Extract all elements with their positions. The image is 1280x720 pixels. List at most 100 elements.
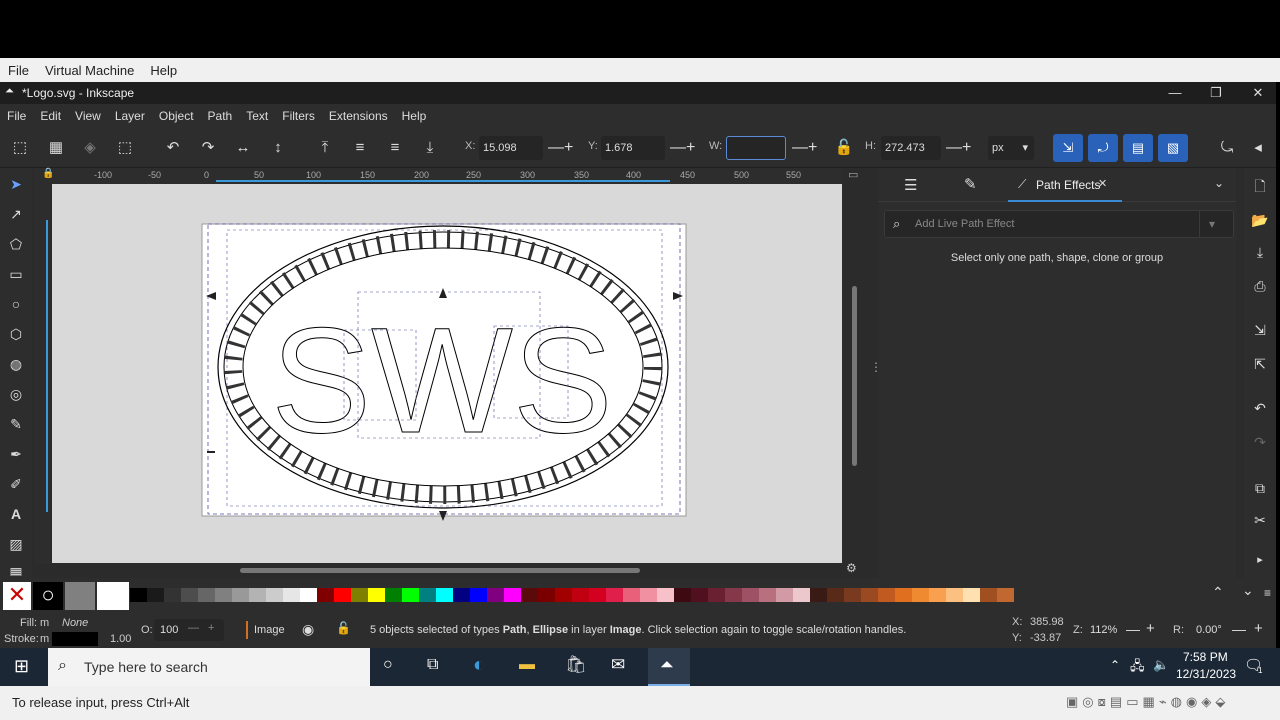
palette-swatch[interactable]: [963, 588, 980, 602]
recording-icon[interactable]: ◉: [1186, 694, 1197, 710]
menu-extensions[interactable]: Extensions: [322, 109, 395, 123]
unit-select[interactable]: px ▾: [988, 136, 1034, 160]
usb-icon[interactable]: ⌁: [1159, 694, 1167, 710]
pencil-tool-icon[interactable]: ✎: [6, 414, 26, 434]
h-increment-button[interactable]: +: [962, 136, 971, 160]
open-document-icon[interactable]: 📂: [1250, 210, 1270, 230]
palette-swatch[interactable]: [980, 588, 997, 602]
text-tool-icon[interactable]: A: [6, 504, 26, 524]
file-explorer-icon[interactable]: ▬: [519, 656, 535, 674]
restore-button[interactable]: ❐: [1196, 82, 1236, 104]
copy-icon[interactable]: ⧉: [1250, 478, 1270, 498]
palette-swatch[interactable]: [385, 588, 402, 602]
vm-menu-virtual-machine[interactable]: Virtual Machine: [37, 63, 142, 78]
raise-icon[interactable]: ≡: [350, 138, 370, 158]
palette-swatch[interactable]: [878, 588, 895, 602]
palette-swatch[interactable]: [368, 588, 385, 602]
opacity-field[interactable]: 100 — +: [154, 619, 224, 641]
opacity-plus-icon[interactable]: +: [208, 622, 214, 634]
menu-file[interactable]: File: [0, 109, 33, 123]
rotation-minus-icon[interactable]: —: [1232, 621, 1246, 637]
palette-swatch[interactable]: [606, 588, 623, 602]
palette-swatch[interactable]: [232, 588, 249, 602]
palette-swatch[interactable]: [147, 588, 164, 602]
palette-swatch[interactable]: [538, 588, 555, 602]
menu-filters[interactable]: Filters: [275, 109, 322, 123]
vertical-scrollbar[interactable]: [844, 184, 868, 563]
palette-swatch[interactable]: [725, 588, 742, 602]
palette-down-icon[interactable]: ⌄: [1242, 582, 1254, 599]
current-layer-name[interactable]: Image: [254, 624, 285, 636]
palette-swatch[interactable]: [436, 588, 453, 602]
cd-drive-icon[interactable]: ◎: [1082, 694, 1093, 710]
zoom-value[interactable]: 112%: [1090, 624, 1117, 636]
windows-start-icon[interactable]: ⊞: [14, 656, 29, 677]
display-mode-icon[interactable]: ▭: [848, 168, 858, 181]
floppy-icon[interactable]: ▤: [1110, 694, 1122, 710]
selector-tool-icon[interactable]: ➤: [6, 174, 26, 194]
palette-swatch[interactable]: [300, 588, 317, 602]
close-tab-icon[interactable]: ✕: [1098, 177, 1107, 190]
palette-swatch[interactable]: [997, 588, 1014, 602]
palette-swatch[interactable]: [623, 588, 640, 602]
more-commands-icon[interactable]: ▸: [1250, 550, 1270, 570]
menu-text[interactable]: Text: [239, 109, 275, 123]
palette-swatch[interactable]: [674, 588, 691, 602]
rotation-value[interactable]: 0.00°: [1196, 624, 1222, 636]
taskbar-inkscape[interactable]: ⏶: [648, 648, 690, 686]
w-increment-button[interactable]: +: [808, 136, 817, 160]
stroke-width[interactable]: 1.00: [110, 633, 131, 645]
palette-swatch[interactable]: [521, 588, 538, 602]
chevron-down-icon[interactable]: ▾: [1209, 217, 1215, 231]
task-view-icon[interactable]: ⧉: [427, 656, 438, 674]
mail-icon[interactable]: ✉: [611, 655, 625, 675]
menu-view[interactable]: View: [68, 109, 108, 123]
y-increment-button[interactable]: +: [686, 136, 695, 160]
network-icon[interactable]: 🖧: [1130, 657, 1145, 679]
scale-stroke-button[interactable]: ⇲: [1053, 134, 1083, 162]
shared-folders-icon[interactable]: ▦: [1143, 694, 1155, 710]
menu-help[interactable]: Help: [395, 109, 434, 123]
palette-swatch[interactable]: [555, 588, 572, 602]
horizontal-scrollbar[interactable]: ⚙: [52, 561, 857, 577]
store-icon[interactable]: 🛍: [565, 655, 587, 675]
opacity-minus-icon[interactable]: —: [188, 622, 199, 634]
x-decrement-button[interactable]: —: [548, 136, 564, 160]
clock-time[interactable]: 7:58 PM: [1183, 650, 1228, 664]
mouse-integration-icon[interactable]: ◈: [1201, 694, 1211, 710]
menu-path[interactable]: Path: [201, 109, 240, 123]
import-icon[interactable]: ⇲: [1250, 320, 1270, 340]
no-paint-swatch[interactable]: ✕: [3, 582, 31, 610]
palette-menu-icon[interactable]: ≡: [1264, 586, 1271, 600]
select-all-layers-icon[interactable]: ▦: [46, 138, 66, 158]
scale-corners-button[interactable]: ⤾: [1088, 134, 1118, 162]
cut-icon[interactable]: ✂: [1250, 510, 1270, 530]
rotate-cw-icon[interactable]: ↷: [198, 138, 218, 158]
lock-guides-icon[interactable]: 🔒: [42, 168, 54, 179]
volume-icon[interactable]: 🔈: [1153, 657, 1169, 673]
layer-visibility-icon[interactable]: ◉: [302, 621, 314, 638]
layers-icon[interactable]: ☰: [904, 176, 917, 194]
palette-swatch[interactable]: [657, 588, 674, 602]
palette-swatch[interactable]: [198, 588, 215, 602]
vm-menu-help[interactable]: Help: [142, 63, 185, 78]
palette-swatch[interactable]: [929, 588, 946, 602]
palette-swatch[interactable]: [691, 588, 708, 602]
shape-builder-icon[interactable]: ⬠: [6, 234, 26, 254]
w-field[interactable]: [726, 136, 786, 160]
new-document-icon[interactable]: 🗋: [1250, 176, 1270, 196]
rotate-ccw-icon[interactable]: ↶: [163, 138, 183, 158]
y-decrement-button[interactable]: —: [670, 136, 686, 160]
vertical-scroll-thumb[interactable]: [852, 286, 857, 466]
calligraphy-tool-icon[interactable]: ✐: [6, 474, 26, 494]
spiral-tool-icon[interactable]: ◎: [6, 384, 26, 404]
cortana-icon[interactable]: ○: [383, 656, 393, 674]
minimize-button[interactable]: —: [1155, 82, 1195, 104]
menu-object[interactable]: Object: [152, 109, 201, 123]
flip-horizontal-icon[interactable]: ↔: [233, 138, 253, 158]
save-document-icon[interactable]: ⤓: [1250, 242, 1270, 262]
palette-swatch[interactable]: [334, 588, 351, 602]
palette-swatch[interactable]: [589, 588, 606, 602]
white-swatch[interactable]: [97, 582, 129, 610]
x-field[interactable]: 15.098: [479, 136, 543, 160]
